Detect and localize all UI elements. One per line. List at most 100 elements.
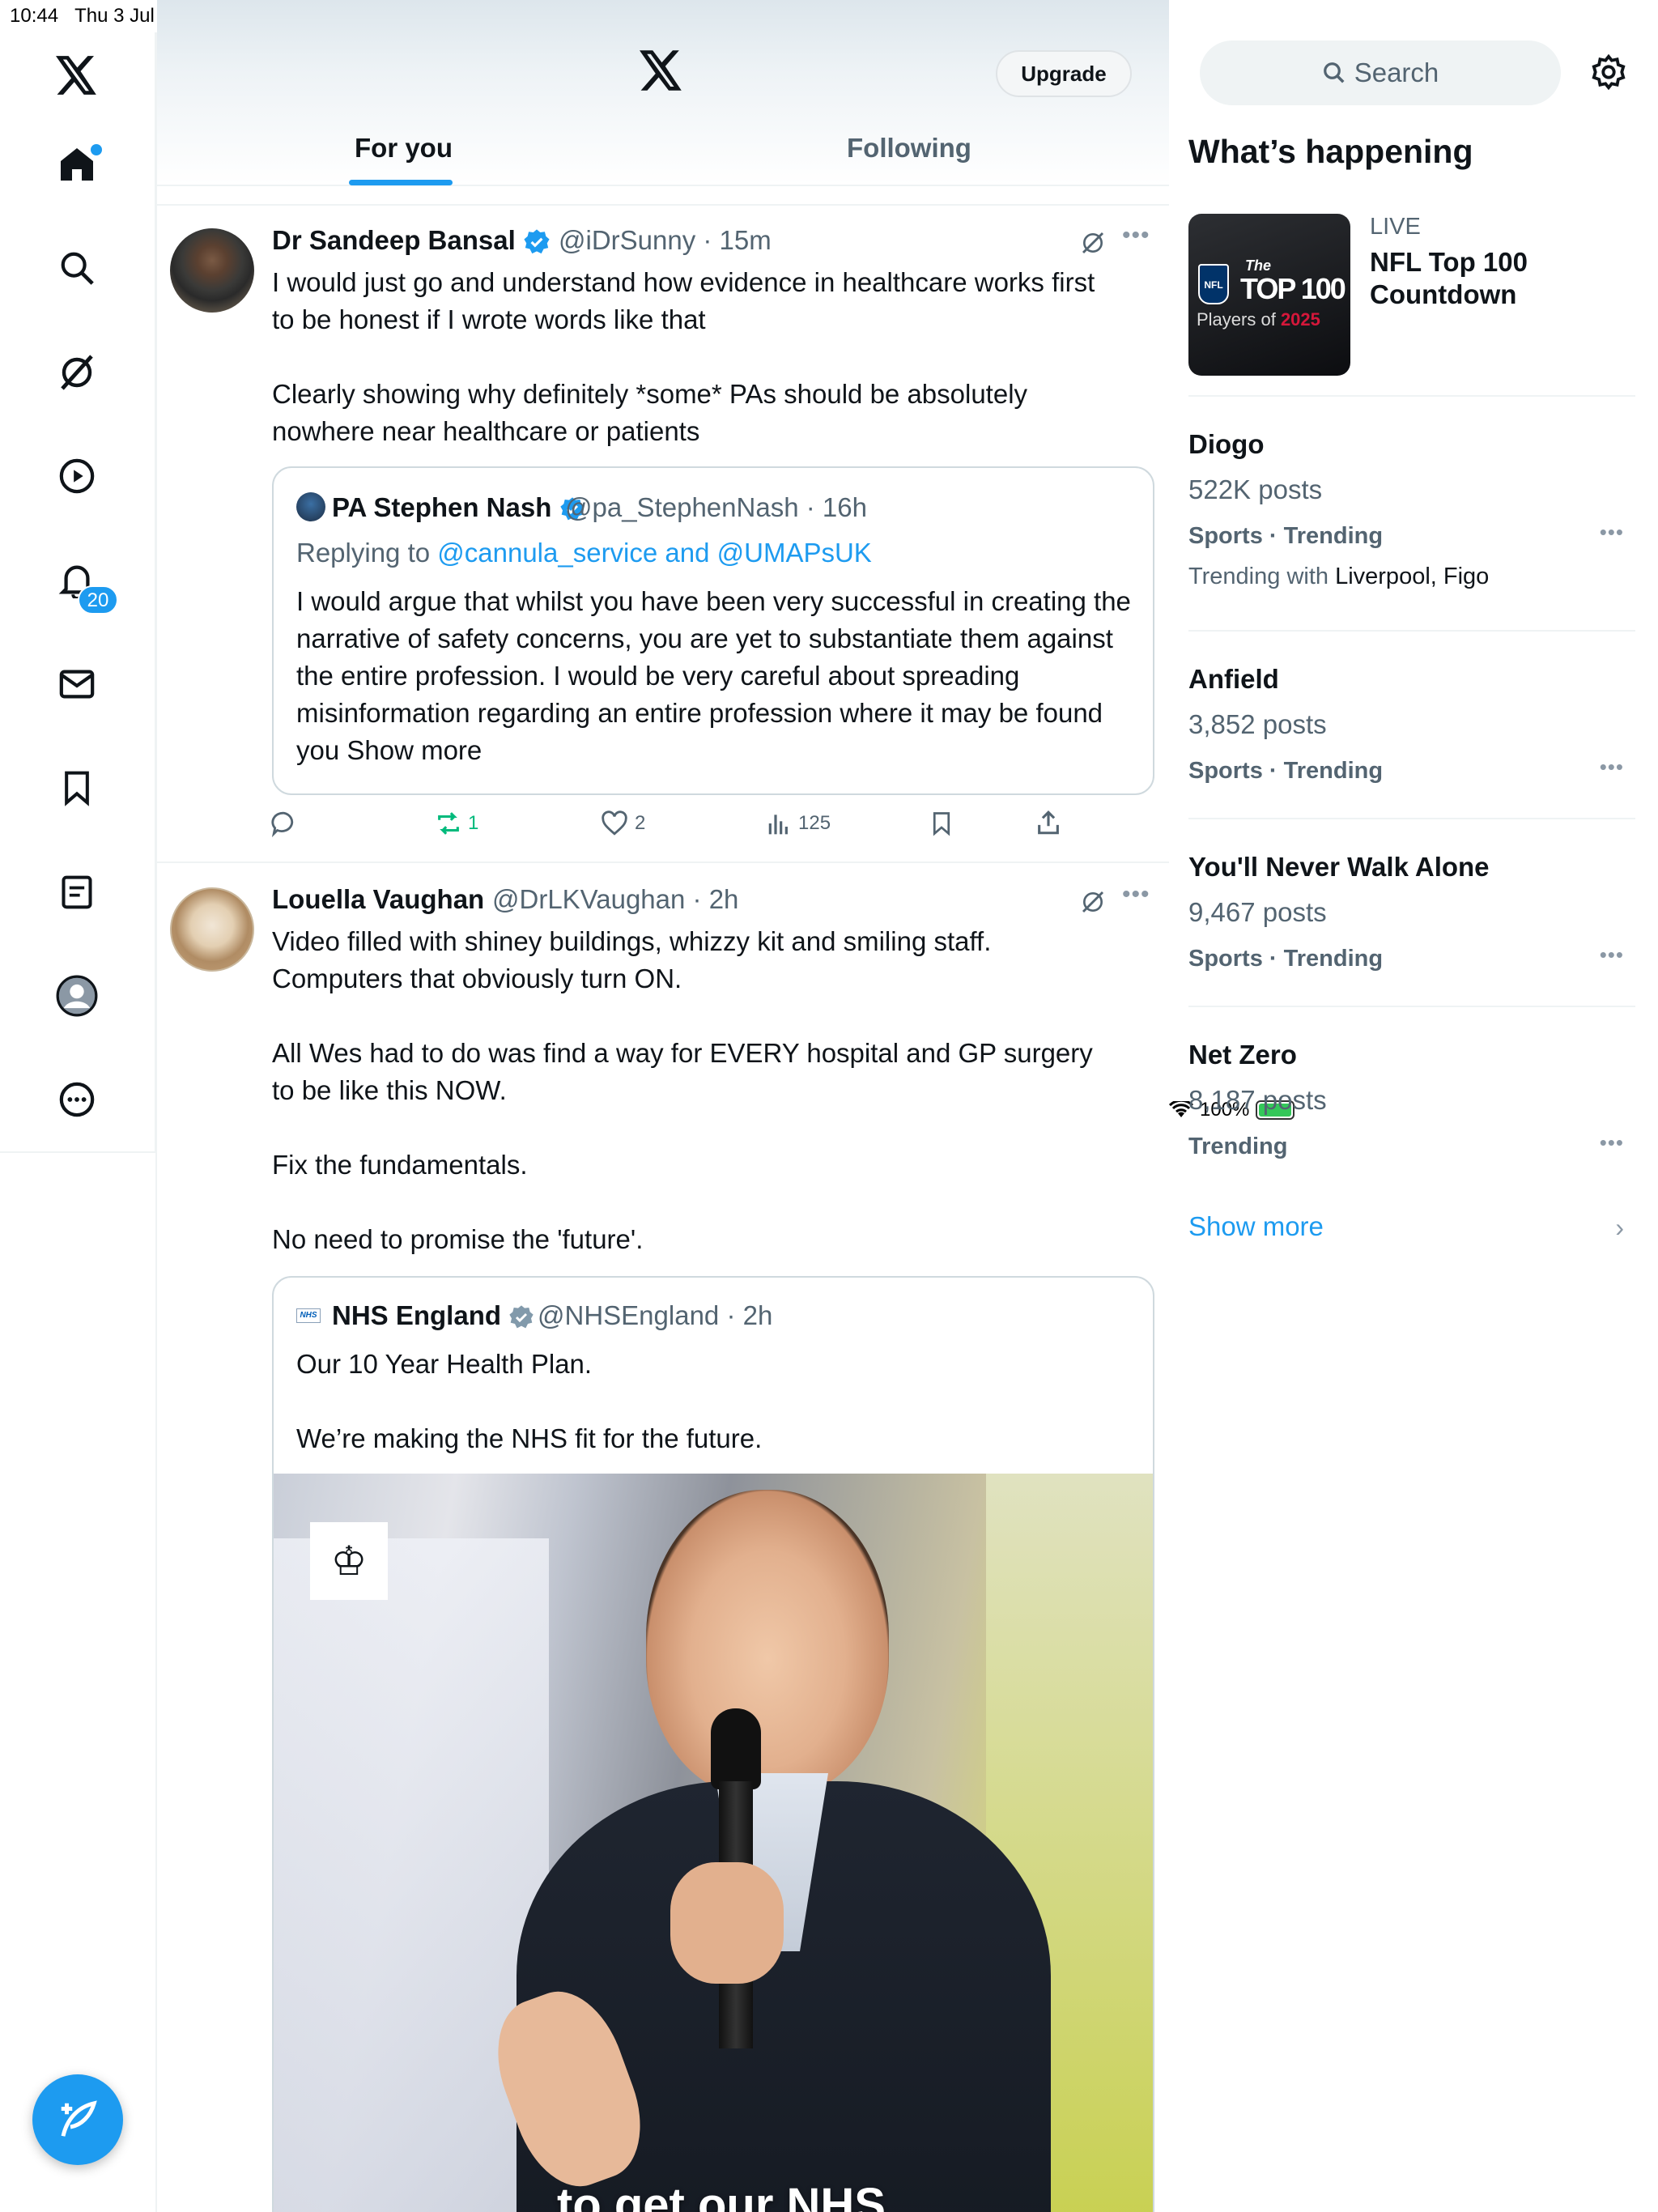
live-event-thumbnail: NFL The TOP 100 Players of 2025 [1188,214,1350,376]
repost-count: 1 [468,812,479,834]
profile-icon [56,975,98,1017]
x-logo-icon[interactable] [640,50,683,95]
verified-gray-icon [509,1305,534,1329]
bookmark-icon [65,771,89,806]
trend-item[interactable]: Net Zero 8,187 posts Trending ••• [1188,1007,1635,1195]
share-button[interactable] [1035,808,1062,841]
tweet[interactable]: Louella Vaughan @DrLKVaughan · 2h ••• Vi… [157,865,1169,2212]
tab-following[interactable]: Following [847,133,971,164]
avatar[interactable] [296,492,325,521]
upgrade-button[interactable]: Upgrade [996,50,1132,97]
grok-icon[interactable] [1080,889,1106,919]
nhs-logo: NHS [296,1308,321,1323]
whats-happening-title: What’s happening [1188,133,1473,170]
settings-button[interactable] [1590,53,1627,95]
trend-more-icon[interactable]: ••• [1600,942,1624,968]
share-icon [1038,810,1059,835]
trend-more-icon[interactable]: ••• [1600,755,1624,780]
home-unread-dot [91,144,102,155]
grok-icon [61,355,93,390]
tab-for-you[interactable]: For you [355,133,453,164]
chevron-right-icon: › [1615,1213,1624,1242]
nav-explore[interactable] [50,241,104,295]
nav-home[interactable] [50,138,104,191]
repost-button[interactable]: 1 [434,810,478,837]
bookmark-button[interactable] [929,810,954,841]
status-time: 10:44 Thu 3 Jul [10,5,155,27]
search-icon [61,252,94,285]
more-icon [59,1082,95,1117]
list-icon [62,875,92,909]
nav-lists[interactable] [50,866,104,919]
video-person-head [646,1490,889,1797]
like-count: 2 [635,812,646,834]
quote-handle: @NHSEngland · 2h [538,1300,773,1330]
quote-text: Our 10 Year Health Plan. We’re making th… [296,1349,763,1453]
heart-icon [602,810,627,836]
reply-button[interactable] [270,810,298,841]
timeline: Upgrade For you Following Dr Sandeep Ban… [157,0,1169,2212]
nav-messages[interactable] [50,657,104,711]
verified-icon [524,229,550,254]
live-event-title: NFL Top 100 Countdown [1370,247,1528,309]
more-options-icon[interactable]: ••• [1122,881,1150,908]
search-icon [1323,62,1345,83]
nfl-logo: NFL [1198,264,1229,304]
left-navigation: 20 [0,32,157,2212]
tweet[interactable]: Dr Sandeep Bansal @iDrSunny · 15m ••• I … [157,204,1169,863]
crown-logo-icon: ♔ [310,1522,388,1600]
mail-icon [59,670,95,699]
avatar[interactable] [170,228,254,313]
show-more-link[interactable]: Show more › [1188,1211,1635,1252]
active-tab-indicator [349,180,453,185]
grok-icon[interactable] [1080,230,1106,260]
compose-button[interactable] [32,2074,123,2165]
timeline-header: Upgrade For you Following [157,0,1169,186]
search-input[interactable]: Search [1200,40,1561,105]
replying-to: Replying to @cannula_service and @UMAPsU… [296,538,872,568]
tweet-text: Video filled with shiney buildings, whiz… [272,926,1093,1254]
video-player[interactable]: ♔ to get our NHS [274,1474,1153,2212]
views-button[interactable]: 125 [766,810,831,837]
notification-badge: 20 [78,585,118,615]
live-event[interactable]: NFL The TOP 100 Players of 2025 LIVE NFL… [1188,214,1635,397]
tweet-author-name[interactable]: Louella Vaughan [272,884,484,915]
quote-text: I would argue that whilst you have been … [296,586,1139,765]
tweet-handle[interactable]: @iDrSunny · 15m [559,225,772,256]
right-sidebar: Search What’s happening NFL The TOP 100 … [1169,0,1658,2212]
gear-icon [1592,53,1626,91]
quoted-tweet[interactable]: NHS NHS England @NHSEngland · 2h Our 10 … [272,1276,1154,2212]
quoted-tweet[interactable]: PA Stephen Nash @pa_StephenNash · 16h Re… [272,466,1154,795]
view-count: 125 [798,812,831,834]
video-caption: to get our NHS [557,2179,886,2212]
nav-bookmarks[interactable] [50,761,104,815]
quote-author-name: NHS England [332,1300,534,1331]
analytics-icon [768,815,788,835]
compose-icon [61,2100,97,2137]
trend-more-icon[interactable]: ••• [1600,1130,1624,1155]
x-logo-icon[interactable] [50,49,104,102]
play-icon [59,458,95,494]
nav-profile[interactable] [50,969,104,1023]
tweet-text: I would just go and understand how evide… [272,267,1095,446]
microphone [711,1708,761,1789]
avatar[interactable] [170,887,254,972]
quote-author-name: PA Stephen Nash [332,492,585,523]
like-button[interactable]: 2 [601,810,645,837]
bookmark-icon [933,812,950,836]
nav-more[interactable] [50,1073,104,1126]
more-options-icon[interactable]: ••• [1122,222,1150,249]
replying-to-handles[interactable]: @cannula_service and @UMAPsUK [437,538,872,568]
reply-icon [271,811,294,838]
nav-grok[interactable] [50,346,104,399]
trend-more-icon[interactable]: ••• [1600,520,1624,545]
nav-video[interactable] [50,449,104,503]
tweet-handle[interactable]: @DrLKVaughan · 2h [492,884,738,915]
tweet-author-name[interactable]: Dr Sandeep Bansal [272,225,551,256]
live-label: LIVE [1370,214,1421,240]
trend-item[interactable]: Anfield 3,852 posts Sports · Trending ••… [1188,632,1635,819]
quote-handle: @pa_StephenNash · 16h [565,492,867,522]
trend-item[interactable]: You'll Never Walk Alone 9,467 posts Spor… [1188,819,1635,1007]
repost-icon [438,812,459,835]
trend-item[interactable]: Diogo 522K posts Sports · Trending ••• T… [1188,397,1635,632]
